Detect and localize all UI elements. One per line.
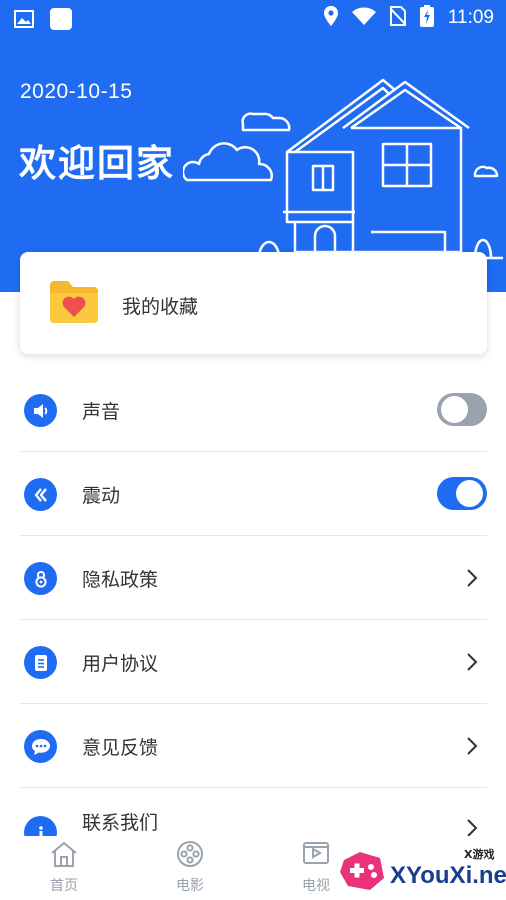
no-sim-icon <box>389 6 407 30</box>
vibrate-label: 震动 <box>82 485 121 507</box>
settings-row-feedback[interactable]: 意见反馈 <box>20 704 487 788</box>
location-icon <box>323 6 338 30</box>
settings-row-sound: 声音 <box>20 368 487 452</box>
settings-row-privacy[interactable]: 隐私政策 <box>20 536 487 620</box>
status-bar: 11:09 <box>0 0 506 36</box>
document-icon <box>24 646 57 679</box>
chat-bubble-icon <box>24 730 57 763</box>
vibration-icon <box>24 478 57 511</box>
favorites-card[interactable]: 我的收藏 <box>20 252 487 354</box>
battery-charging-icon <box>419 5 434 31</box>
tab-home[interactable]: 首页 <box>34 840 94 895</box>
date-text: 2020-10-15 <box>20 80 133 103</box>
app-square-icon <box>50 8 72 34</box>
tab-movies-label: 电影 <box>176 878 204 894</box>
header-banner: 11:09 2020-10-15 欢迎回家 <box>0 0 506 292</box>
vibrate-toggle[interactable] <box>437 477 487 510</box>
lock-icon <box>24 562 57 595</box>
gamepad-logo-icon <box>340 852 384 890</box>
watermark-text: XYouXi.net <box>390 862 506 889</box>
tab-movies[interactable]: 电影 <box>160 840 220 895</box>
tv-icon <box>301 842 331 872</box>
tab-home-label: 首页 <box>50 878 78 894</box>
chevron-right-icon <box>466 568 478 592</box>
settings-row-agreement[interactable]: 用户协议 <box>20 620 487 704</box>
watermark-small-text: X游戏 <box>464 848 495 861</box>
wifi-icon <box>351 7 376 29</box>
speaker-icon <box>24 394 57 427</box>
chevron-right-icon <box>466 652 478 676</box>
heart-folder-icon <box>48 279 100 329</box>
feedback-label: 意见反馈 <box>82 737 159 759</box>
gallery-icon <box>14 10 34 32</box>
home-icon <box>49 841 79 872</box>
contact-label: 联系我们 <box>82 812 159 834</box>
settings-row-vibrate: 震动 <box>20 452 487 536</box>
sound-toggle[interactable] <box>437 393 487 426</box>
sound-label: 声音 <box>82 401 121 423</box>
status-time: 11:09 <box>447 7 494 28</box>
privacy-label: 隐私政策 <box>82 569 159 591</box>
page-title: 欢迎回家 <box>19 142 175 185</box>
chevron-right-icon <box>466 736 478 760</box>
favorites-label: 我的收藏 <box>122 296 199 318</box>
site-watermark: X游戏 XYouXi.net <box>332 840 506 900</box>
agreement-label: 用户协议 <box>82 653 159 675</box>
film-reel-icon <box>175 841 205 872</box>
